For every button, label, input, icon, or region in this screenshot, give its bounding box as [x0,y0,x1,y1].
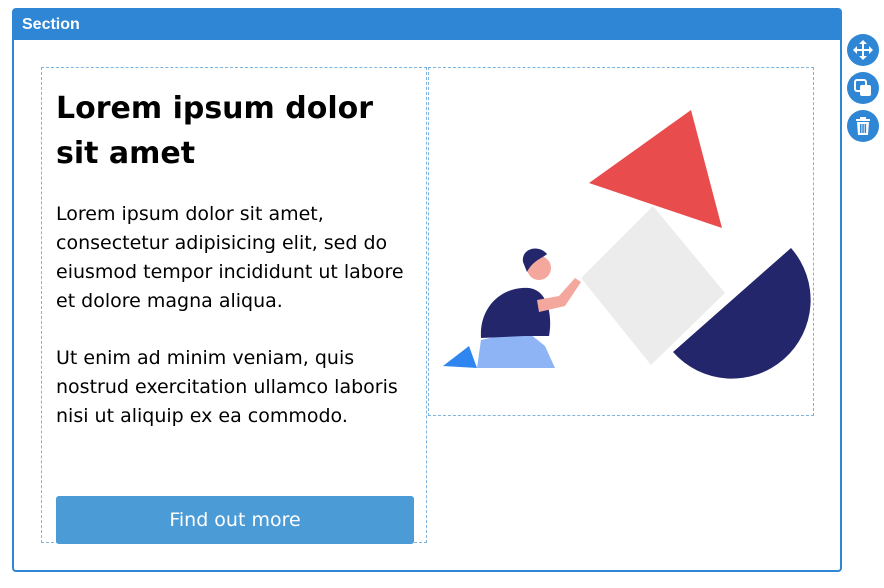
image-column[interactable] [428,67,814,416]
shoe [443,346,477,368]
content-paragraph-2: Ut enim ad minim veniam, quis nostrud ex… [56,347,398,427]
section-header: Section [14,10,840,40]
text-column[interactable]: Lorem ipsum dolor sit amet Lorem ipsum d… [41,67,427,544]
section-block[interactable]: Section Lorem ipsum dolor sit amet Lorem… [12,8,842,572]
duplicate-icon [854,79,871,96]
duplicate-button[interactable] [847,72,879,104]
trash-icon [856,117,870,135]
move-icon [853,40,873,60]
move-button[interactable] [847,34,879,66]
content-heading: Lorem ipsum dolor sit amet [56,91,374,171]
geometric-illustration [443,110,811,379]
content-paragraph-1: Lorem ipsum dolor sit amet, consectetur … [56,203,404,312]
person-figure [443,248,581,368]
delete-button[interactable] [847,110,879,142]
arm [537,278,581,312]
shirt [480,287,551,338]
find-out-more-button[interactable]: Find out more [56,496,414,544]
section-toolbar [847,34,879,148]
section-label: Section [22,16,80,33]
